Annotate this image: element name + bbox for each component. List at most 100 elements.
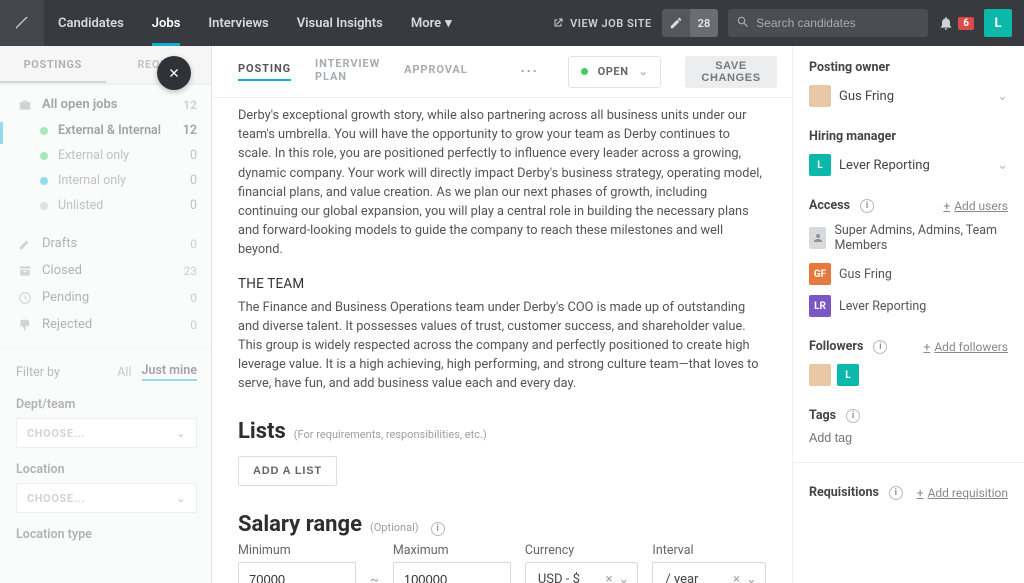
status-dropdown[interactable]: OPEN ⌄ bbox=[568, 56, 662, 88]
posting-owner-select[interactable]: Gus Fring ⌄ bbox=[809, 85, 1008, 107]
location-dropdown[interactable]: CHOOSE... ⌄ bbox=[16, 483, 197, 513]
filter-just-mine[interactable]: Just mine bbox=[142, 363, 198, 381]
chevron-down-icon: ⌄ bbox=[619, 572, 630, 583]
filter-dept-team: Dept/team CHOOSE... ⌄ bbox=[0, 387, 211, 452]
nav-drafts[interactable]: Drafts0 bbox=[0, 230, 211, 257]
pencil-icon bbox=[16, 237, 34, 251]
dept-team-dropdown[interactable]: CHOOSE... ⌄ bbox=[16, 418, 197, 448]
status-dot-icon bbox=[40, 152, 48, 160]
avatar[interactable] bbox=[809, 364, 831, 386]
user-avatar[interactable]: L bbox=[984, 9, 1012, 37]
nav-pending[interactable]: Pending0 bbox=[0, 284, 211, 311]
save-changes-button[interactable]: SAVE CHANGES bbox=[685, 56, 776, 88]
followers-avatars: L bbox=[809, 364, 1008, 386]
notifications-button[interactable]: 6 bbox=[938, 15, 974, 31]
left-tab-postings[interactable]: POSTINGS bbox=[0, 46, 106, 83]
editor-scroll[interactable]: Derby's exceptional growth story, while … bbox=[212, 98, 792, 583]
info-icon[interactable]: i bbox=[431, 522, 445, 536]
team-heading: THE TEAM bbox=[238, 276, 766, 292]
filter-label: Dept/team bbox=[16, 397, 75, 412]
info-icon[interactable]: i bbox=[889, 486, 903, 500]
posting-owner-heading: Posting owner bbox=[809, 60, 1008, 75]
clock-icon bbox=[16, 291, 34, 305]
nav-rejected[interactable]: Rejected0 bbox=[0, 311, 211, 338]
drafts-badge[interactable]: 28 bbox=[662, 9, 719, 37]
minimum-label: Minimum bbox=[238, 543, 356, 558]
briefcase-icon bbox=[16, 98, 34, 112]
left-sidebar: POSTINGS REQUIS All open jobs 12 Externa… bbox=[0, 46, 212, 583]
chevron-down-icon: ⌄ bbox=[176, 427, 186, 440]
tab-jobs[interactable]: Jobs bbox=[138, 0, 195, 46]
access-person: LR Lever Reporting bbox=[809, 295, 1008, 317]
tab-candidates[interactable]: Candidates bbox=[44, 0, 138, 46]
nav-all-open-jobs[interactable]: All open jobs 12 bbox=[0, 91, 211, 118]
info-icon[interactable]: i bbox=[860, 199, 874, 213]
currency-select[interactable]: USD - $ ×⌄ bbox=[525, 562, 639, 583]
clear-icon[interactable]: × bbox=[733, 572, 740, 583]
maximum-label: Maximum bbox=[393, 543, 511, 558]
access-person: GF Gus Fring bbox=[809, 263, 1008, 285]
external-link-icon bbox=[552, 17, 564, 29]
search-input[interactable] bbox=[728, 9, 928, 37]
archive-icon bbox=[16, 264, 34, 278]
lists-heading: Lists (For requirements, responsibilitie… bbox=[238, 419, 766, 444]
requisitions-heading: Requisitionsi bbox=[809, 485, 903, 500]
status-dot-icon bbox=[40, 202, 48, 210]
nav-sub-external-only[interactable]: External only 0 bbox=[0, 143, 211, 168]
clear-icon[interactable]: × bbox=[606, 572, 613, 583]
info-icon[interactable]: i bbox=[873, 340, 887, 354]
interval-label: Interval bbox=[652, 543, 766, 558]
more-actions-button[interactable]: ⋯ bbox=[516, 57, 544, 86]
pencil-icon bbox=[662, 16, 690, 30]
access-roles: Super Admins, Admins, Team Members bbox=[809, 223, 1008, 253]
nav-sub-unlisted[interactable]: Unlisted 0 bbox=[0, 193, 211, 218]
interval-select[interactable]: / year ×⌄ bbox=[652, 562, 766, 583]
chevron-down-icon: ⌄ bbox=[746, 572, 757, 583]
right-sidebar: Posting owner Gus Fring ⌄ Hiring manager… bbox=[792, 46, 1024, 583]
top-nav: Candidates Jobs Interviews Visual Insigh… bbox=[0, 0, 1024, 46]
currency-label: Currency bbox=[525, 543, 639, 558]
posting-editor: POSTING INTERVIEW PLAN APPROVAL ⋯ OPEN ⌄… bbox=[212, 46, 792, 583]
tab-more[interactable]: More▾ bbox=[397, 0, 466, 46]
filter-location-type: Location type bbox=[0, 517, 211, 546]
add-followers-link[interactable]: +Add followers bbox=[924, 340, 1009, 354]
nav-sub-external-internal[interactable]: External & Internal 12 bbox=[0, 118, 211, 143]
app-logo[interactable] bbox=[0, 0, 44, 46]
tab-approval[interactable]: APPROVAL bbox=[404, 63, 467, 80]
close-panel-button[interactable] bbox=[157, 56, 191, 90]
avatar: GF bbox=[809, 263, 831, 285]
close-icon bbox=[167, 66, 181, 80]
posting-description: Derby's exceptional growth story, while … bbox=[238, 106, 766, 393]
filter-all[interactable]: All bbox=[117, 365, 131, 380]
tab-interview-plan[interactable]: INTERVIEW PLAN bbox=[315, 57, 380, 87]
add-users-link[interactable]: +Add users bbox=[943, 199, 1008, 213]
tab-interviews[interactable]: Interviews bbox=[194, 0, 282, 46]
nav-closed[interactable]: Closed23 bbox=[0, 257, 211, 284]
maximum-input[interactable] bbox=[393, 562, 511, 583]
salary-grid: Minimum ~ Maximum Currency USD - $ ×⌄ In bbox=[238, 543, 766, 583]
access-heading: Accessi bbox=[809, 198, 874, 213]
add-requisition-link[interactable]: +Add requisition bbox=[917, 486, 1008, 500]
minimum-input[interactable] bbox=[238, 562, 356, 583]
add-list-button[interactable]: ADD A LIST bbox=[238, 456, 337, 486]
notifications-count: 6 bbox=[958, 17, 974, 30]
view-job-site-link[interactable]: VIEW JOB SITE bbox=[552, 17, 652, 30]
range-separator: ~ bbox=[370, 573, 379, 583]
filter-label: Location bbox=[16, 462, 65, 477]
followers-heading: Followersi bbox=[809, 339, 887, 354]
filter-label: Location type bbox=[16, 527, 92, 542]
info-icon[interactable]: i bbox=[846, 409, 860, 423]
avatar: LR bbox=[809, 295, 831, 317]
avatar[interactable]: L bbox=[837, 364, 859, 386]
global-search bbox=[728, 9, 928, 37]
tab-posting[interactable]: POSTING bbox=[238, 62, 291, 81]
hiring-manager-select[interactable]: L Lever Reporting ⌄ bbox=[809, 154, 1008, 176]
status-dot-icon bbox=[40, 127, 48, 135]
topnav-tabs: Candidates Jobs Interviews Visual Insigh… bbox=[44, 0, 466, 46]
nav-sub-internal-only[interactable]: Internal only 0 bbox=[0, 168, 211, 193]
tags-heading: Tagsi bbox=[809, 408, 1008, 423]
add-tag-input[interactable] bbox=[809, 431, 1008, 445]
thumb-down-icon bbox=[16, 318, 34, 332]
chevron-down-icon: ⌄ bbox=[639, 65, 649, 78]
tab-visual-insights[interactable]: Visual Insights bbox=[283, 0, 397, 46]
